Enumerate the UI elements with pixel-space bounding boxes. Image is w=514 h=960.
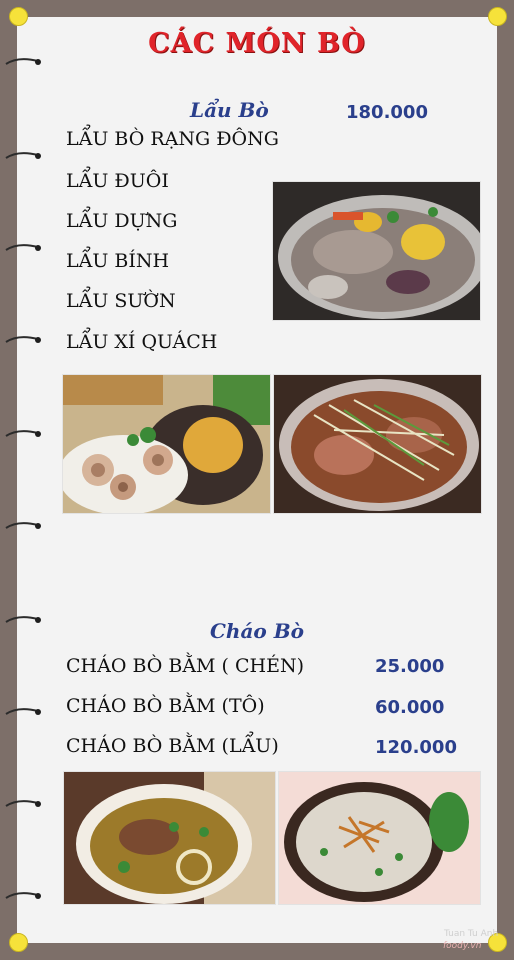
binder-ring-icon: [4, 428, 42, 440]
photo-lau-bowl: [62, 374, 271, 514]
lau-item-4: LẨU BÍNH: [66, 250, 170, 272]
chao-item-2-name: CHÁO BÒ BẰM (TÔ): [66, 695, 265, 717]
chao-heading: Cháo Bò: [210, 619, 304, 643]
chao-item-2-price: 60.000: [375, 697, 445, 718]
photo-chao-bowl: [63, 771, 276, 905]
lau-item-3: LẨU DỰNG: [66, 210, 178, 232]
corner-dot-top-right: [488, 7, 507, 26]
watermark-author: Tuan Tu Anh: [444, 929, 499, 939]
chao-item-1-price: 25.000: [375, 656, 445, 677]
binder-ring-icon: [4, 520, 42, 532]
photo-lau-pot: [273, 374, 482, 514]
photo-chao-porridge: [278, 771, 481, 905]
binder-ring-icon: [4, 242, 42, 254]
photo-lau-hotpot: [272, 181, 481, 321]
chao-item-3-name: CHÁO BÒ BẰM (LẨU): [66, 735, 279, 757]
lau-item-1: LẨU BÒ RẠNG ĐÔNG: [66, 128, 279, 150]
watermark-brand: foody.vn: [443, 941, 482, 951]
lau-item-5: LẨU SƯỜN: [66, 290, 176, 312]
binder-ring-icon: [4, 334, 42, 346]
binder-ring-icon: [4, 890, 42, 902]
lau-price: 180.000: [346, 102, 428, 123]
lau-item-6: LẨU XÍ QUÁCH: [66, 331, 218, 353]
page-title: CÁC MÓN BÒ: [148, 28, 366, 59]
chao-item-1-name: CHÁO BÒ BẰM ( CHÉN): [66, 655, 305, 677]
lau-item-2: LẨU ĐUÔI: [66, 170, 169, 192]
binder-ring-icon: [4, 706, 42, 718]
chao-item-3-price: 120.000: [375, 737, 457, 758]
corner-dot-bottom-left: [9, 933, 28, 952]
binder-ring-icon: [4, 798, 42, 810]
binder-ring-icon: [4, 150, 42, 162]
lau-heading: Lẩu Bò: [190, 98, 269, 122]
corner-dot-top-left: [9, 7, 28, 26]
binder-ring-icon: [4, 614, 42, 626]
